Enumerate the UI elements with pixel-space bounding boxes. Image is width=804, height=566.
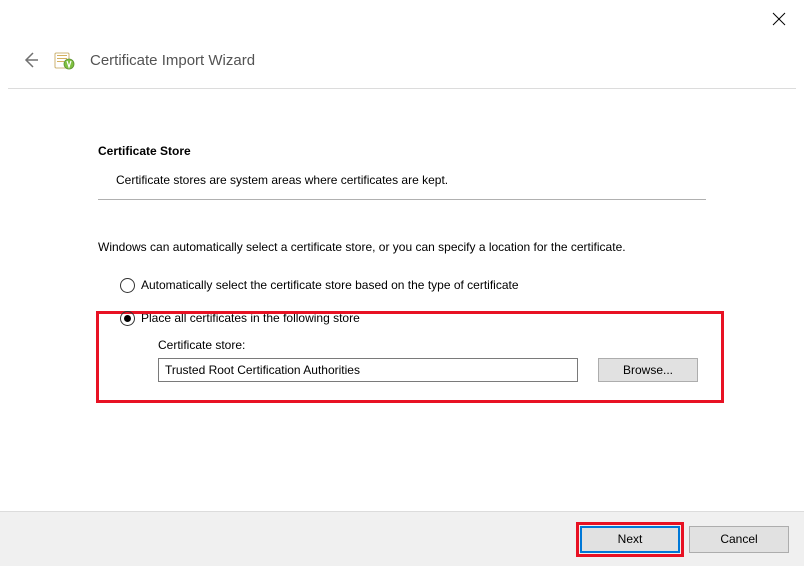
option-manual[interactable]: Place all certificates in the following … <box>120 311 706 326</box>
browse-button[interactable]: Browse... <box>598 358 698 382</box>
option-auto-label: Automatically select the certificate sto… <box>141 278 519 292</box>
content-pane: Certificate Store Certificate stores are… <box>0 89 804 382</box>
radio-auto[interactable] <box>120 278 135 293</box>
cancel-button[interactable]: Cancel <box>689 526 789 553</box>
certificate-wizard-icon <box>54 50 76 70</box>
back-arrow-icon[interactable] <box>20 50 40 70</box>
close-icon[interactable] <box>772 12 786 26</box>
titlebar <box>0 0 804 42</box>
next-highlight: Next <box>580 526 680 553</box>
options-group: Automatically select the certificate sto… <box>98 278 706 382</box>
wizard-header: Certificate Import Wizard <box>0 42 804 88</box>
store-label: Certificate store: <box>158 338 706 352</box>
store-input[interactable] <box>158 358 578 382</box>
section-heading: Certificate Store <box>98 144 706 158</box>
section-description: Certificate stores are system areas wher… <box>116 172 706 189</box>
section-separator <box>98 199 706 200</box>
next-button[interactable]: Next <box>580 526 680 553</box>
radio-manual[interactable] <box>120 311 135 326</box>
store-section: Certificate store: Browse... <box>158 338 706 382</box>
option-manual-label: Place all certificates in the following … <box>141 311 360 325</box>
section-instruction: Windows can automatically select a certi… <box>98 238 706 256</box>
wizard-title: Certificate Import Wizard <box>90 52 255 69</box>
footer-bar: Next Cancel <box>0 511 804 566</box>
option-auto[interactable]: Automatically select the certificate sto… <box>120 278 706 293</box>
